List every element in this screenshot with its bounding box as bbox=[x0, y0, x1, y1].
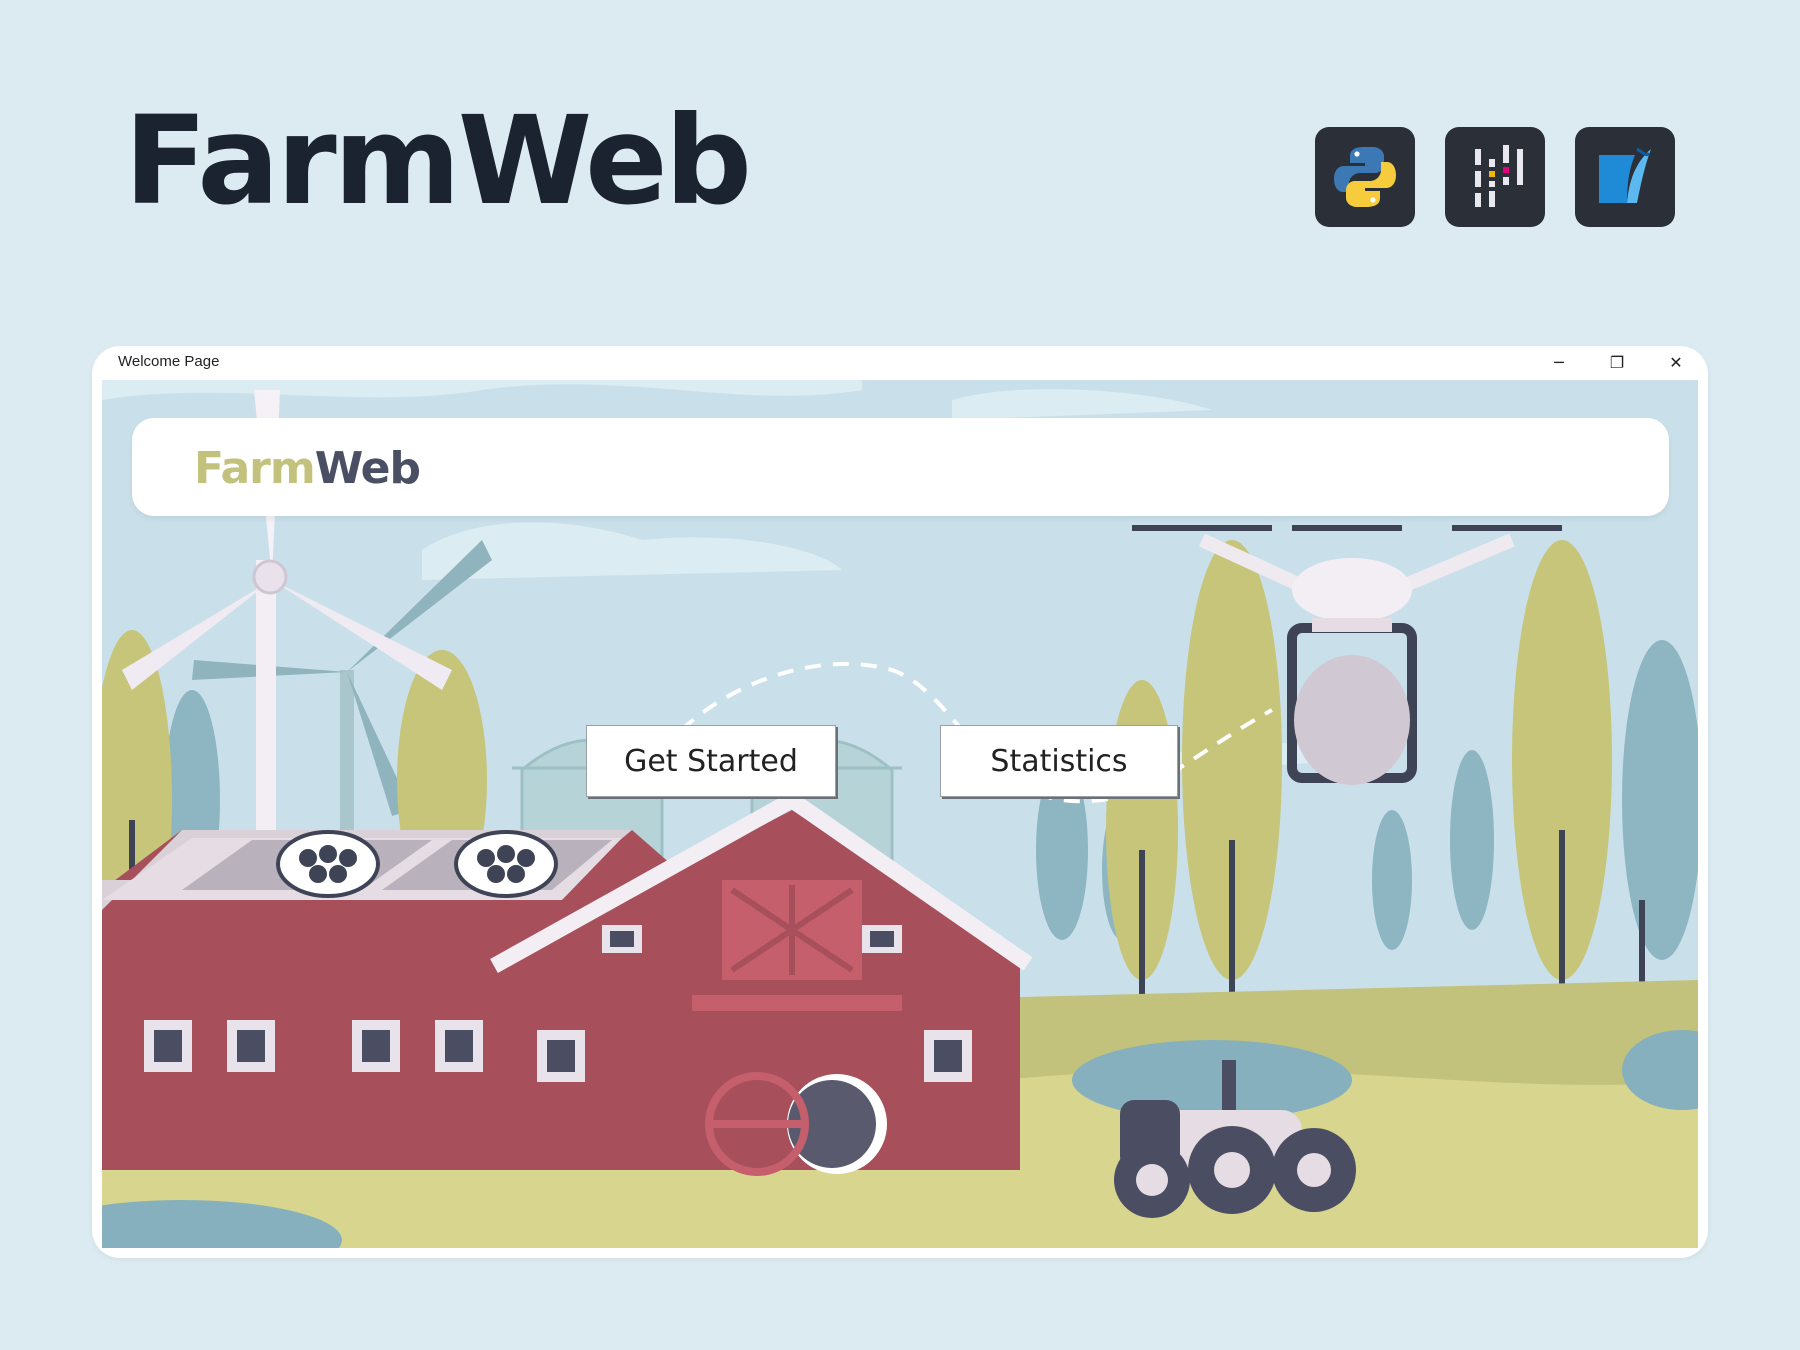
minimize-icon[interactable]: ─ bbox=[1546, 350, 1572, 374]
sqlite-icon bbox=[1575, 127, 1675, 227]
brand-title: FarmWeb bbox=[124, 90, 752, 232]
pandas-icon bbox=[1445, 127, 1545, 227]
close-icon[interactable]: ✕ bbox=[1663, 350, 1689, 374]
app-logo: FarmWeb bbox=[194, 443, 421, 494]
statistics-button[interactable]: Statistics bbox=[940, 725, 1178, 797]
tech-stack bbox=[1315, 127, 1675, 227]
app-logo-part2: Web bbox=[314, 443, 421, 494]
app-window: Welcome Page ─ ❐ ✕ FarmWeb Get Started S… bbox=[92, 346, 1708, 1258]
python-icon bbox=[1315, 127, 1415, 227]
window-titlebar[interactable]: Welcome Page ─ ❐ ✕ bbox=[92, 346, 1708, 378]
get-started-button[interactable]: Get Started bbox=[586, 725, 836, 797]
welcome-scene: FarmWeb Get Started Statistics bbox=[102, 380, 1698, 1248]
app-header: FarmWeb bbox=[132, 418, 1669, 516]
app-logo-part1: Farm bbox=[194, 443, 316, 494]
window-title: Welcome Page bbox=[118, 353, 220, 370]
maximize-icon[interactable]: ❐ bbox=[1604, 350, 1630, 374]
